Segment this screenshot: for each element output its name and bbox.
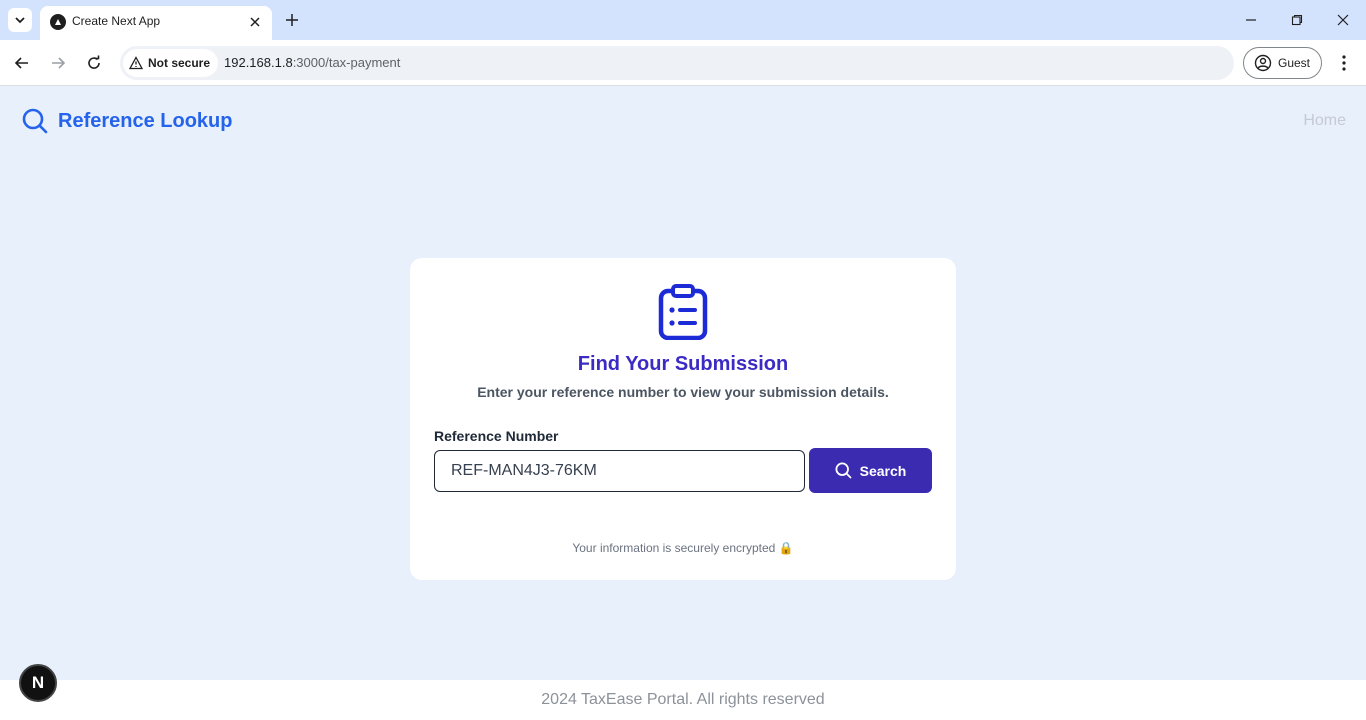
clipboard-list-icon <box>658 284 708 340</box>
back-arrow-icon[interactable] <box>10 51 34 75</box>
address-bar[interactable]: Not secure 192.168.1.8:3000/tax-payment <box>120 46 1234 80</box>
forward-arrow-icon[interactable] <box>46 51 70 75</box>
minimize-icon[interactable] <box>1239 8 1263 32</box>
url-path: :3000/tax-payment <box>292 55 401 70</box>
search-icon <box>835 462 852 479</box>
search-icon <box>22 108 48 134</box>
search-button[interactable]: Search <box>809 448 932 493</box>
profile-label: Guest <box>1278 56 1311 70</box>
chevron-down-icon <box>15 17 25 24</box>
profile-button[interactable]: Guest <box>1243 47 1322 79</box>
account-circle-icon <box>1254 54 1272 72</box>
browser-toolbar: Not secure 192.168.1.8:3000/tax-payment … <box>0 40 1366 86</box>
card-title: Find Your Submission <box>577 353 789 375</box>
restore-icon[interactable] <box>1285 8 1309 32</box>
nextjs-favicon-icon <box>50 14 66 30</box>
card-subtitle: Enter your reference number to view your… <box>477 384 889 400</box>
nextjs-dev-badge[interactable]: N <box>19 664 57 702</box>
url-text[interactable]: 192.168.1.8:3000/tax-payment <box>224 55 400 70</box>
tab-title: Create Next App <box>72 14 161 28</box>
search-button-label: Search <box>859 462 907 479</box>
app-brand[interactable]: Reference Lookup <box>22 108 232 134</box>
window-close-icon[interactable] <box>1331 8 1355 32</box>
security-chip[interactable]: Not secure <box>123 49 219 77</box>
lookup-card: Find Your Submission Enter your referenc… <box>410 258 956 580</box>
more-menu-icon[interactable] <box>1332 51 1356 75</box>
reference-number-label: Reference Number <box>434 428 559 444</box>
reload-icon[interactable] <box>82 51 106 75</box>
warning-triangle-icon <box>129 56 143 70</box>
browser-tab-strip: Create Next App <box>0 0 1366 40</box>
home-link[interactable]: Home <box>1303 112 1346 130</box>
tab-close-icon[interactable] <box>246 13 264 31</box>
reference-number-input[interactable] <box>434 450 805 492</box>
tab-search-button[interactable] <box>8 8 32 32</box>
security-label: Not secure <box>148 56 211 70</box>
browser-tab[interactable]: Create Next App <box>40 6 272 40</box>
brand-title: Reference Lookup <box>58 109 233 132</box>
new-tab-plus-icon[interactable] <box>282 10 302 30</box>
secure-note: Your information is securely encrypted 🔒 <box>572 541 794 555</box>
footer: 2024 TaxEase Portal. All rights reserved <box>0 680 1366 720</box>
url-host: 192.168.1.8 <box>224 55 293 70</box>
